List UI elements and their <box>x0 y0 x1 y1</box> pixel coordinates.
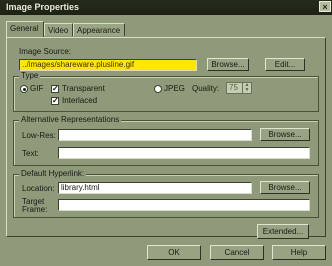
image-source-input[interactable]: ../images/shareware.plusline.gif <box>19 59 197 71</box>
image-properties-dialog: General Video Appearance Image Source: .… <box>0 15 332 266</box>
lowres-input[interactable] <box>58 129 252 141</box>
help-button[interactable]: Help <box>272 245 326 260</box>
default-hyperlink-group: Default Hyperlink: Location: library.htm… <box>13 169 319 218</box>
extended-button[interactable]: Extended... <box>257 224 309 239</box>
type-group-title: Type <box>19 71 41 80</box>
tab-appearance[interactable]: Appearance <box>73 23 125 36</box>
general-panel: Image Source: ../images/shareware.plusli… <box>6 37 326 239</box>
text-label: Text: <box>22 149 39 158</box>
tab-general-label: General <box>10 24 39 33</box>
image-source-label: Image Source: <box>19 47 72 56</box>
quality-label: Quality: <box>192 84 220 93</box>
jpeg-radio[interactable] <box>154 85 162 93</box>
alt-text-input[interactable] <box>58 147 310 159</box>
type-group: Type GIF ✓ Transparent ✓ Interlaced JPEG… <box>13 71 319 112</box>
spin-down-icon: ▼ <box>244 87 250 93</box>
target-frame-input[interactable] <box>58 199 310 211</box>
tab-video[interactable]: Video <box>44 23 73 36</box>
close-icon: × <box>322 2 328 12</box>
interlaced-checkbox[interactable]: ✓ <box>51 97 59 105</box>
quality-value: 75 <box>229 83 238 92</box>
cancel-button[interactable]: Cancel <box>210 245 264 260</box>
close-button[interactable]: × <box>319 1 331 12</box>
check-icon: ✓ <box>52 84 59 93</box>
ok-button[interactable]: OK <box>147 245 201 260</box>
gif-radio[interactable] <box>20 85 28 93</box>
title-bar: Image Properties × <box>0 0 332 15</box>
target-label-line2: Frame: <box>22 205 48 214</box>
location-browse-button[interactable]: Browse... <box>260 181 310 194</box>
location-label: Location: <box>22 184 55 193</box>
transparent-label: Transparent <box>62 84 105 93</box>
stepper-arrows[interactable]: ▲ ▼ <box>242 83 251 93</box>
gif-label: GIF <box>30 84 44 93</box>
check-icon: ✓ <box>52 96 59 105</box>
alternative-representations-group: Alternative Representations Low-Res: Bro… <box>13 115 319 166</box>
tab-general[interactable]: General <box>6 21 44 37</box>
jpeg-label: JPEG <box>164 84 185 93</box>
interlaced-label: Interlaced <box>62 96 98 105</box>
tab-appearance-label: Appearance <box>77 26 121 35</box>
alt-group-title: Alternative Representations <box>19 115 122 124</box>
image-source-edit-button[interactable]: Edit... <box>265 58 305 71</box>
tab-video-label: Video <box>48 26 69 35</box>
transparent-checkbox[interactable]: ✓ <box>51 85 59 93</box>
lowres-label: Low-Res: <box>22 131 56 140</box>
hyperlink-group-title: Default Hyperlink: <box>19 169 87 178</box>
image-source-browse-button[interactable]: Browse... <box>207 58 249 71</box>
window-title: Image Properties <box>6 2 80 12</box>
location-input[interactable]: library.html <box>58 182 252 194</box>
lowres-browse-button[interactable]: Browse... <box>260 128 310 141</box>
quality-stepper[interactable]: 75 ▲ ▼ <box>226 82 252 94</box>
